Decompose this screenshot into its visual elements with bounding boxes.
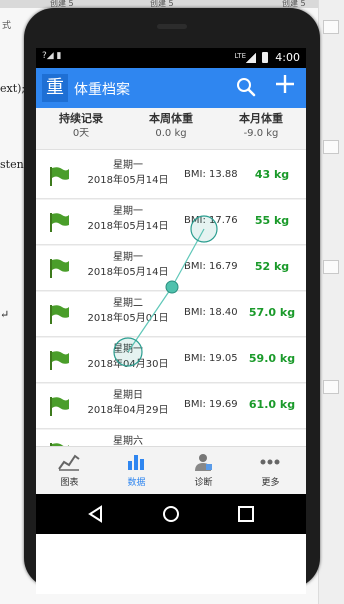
panel-box	[323, 20, 339, 34]
record-bmi: BMI: 17.76	[184, 215, 238, 226]
flag-icon	[50, 351, 69, 370]
record-day: 星期六	[113, 436, 143, 446]
record-weight: 61.0 kg	[248, 398, 296, 411]
summary-month: 本月体重 -9.0 kg	[216, 112, 306, 142]
recents-icon[interactable]	[236, 504, 256, 524]
summary-label: 本周体重	[149, 112, 193, 125]
plus-icon	[276, 75, 294, 93]
record-day: 星期一	[113, 160, 143, 171]
summary-label: 持续记录	[59, 112, 103, 125]
record-day: 星期二	[113, 298, 143, 309]
phone-screen: ?◢ ▮ LTE 4:00 重 体重档案 持续记录 0天 本周体重 0.0 kg	[36, 48, 306, 594]
more-icon	[260, 459, 280, 465]
nav-label: 图表	[60, 478, 79, 488]
record-row[interactable]: 星期一 2018年05月14日 BMI: 13.88 43 kg	[36, 154, 306, 199]
nav-item-data[interactable]: 数据	[103, 447, 170, 495]
doc-text: sten	[0, 158, 24, 171]
record-date: 2018年04月30日	[87, 359, 169, 370]
nav-label: 诊断	[194, 478, 213, 488]
app-title: 体重档案	[74, 82, 130, 98]
record-weight: 59.0 kg	[248, 352, 296, 365]
record-day: 星期一	[113, 252, 143, 263]
record-row[interactable]: 星期二 2018年05月01日 BMI: 18.40 57.0 kg	[36, 292, 306, 337]
battery-icon	[262, 52, 268, 63]
panel-box	[323, 140, 339, 154]
network-label: LTE	[234, 52, 246, 60]
desktop-tab[interactable]: 创建 5	[150, 0, 174, 8]
record-weight: 55 kg	[254, 214, 290, 227]
record-bmi: BMI: 13.88	[184, 169, 238, 180]
doc-text: ext);	[0, 82, 26, 95]
record-day: 星期一	[113, 206, 143, 217]
record-day: 星期日	[113, 390, 143, 401]
flag-icon	[50, 259, 69, 278]
record-date: 2018年05月14日	[87, 267, 169, 278]
status-bar: ?◢ ▮ LTE 4:00	[36, 48, 306, 68]
desktop-right-panel	[318, 0, 344, 604]
record-bmi: BMI: 18.40	[184, 307, 238, 318]
search-icon[interactable]	[236, 77, 256, 97]
record-date: 2018年05月01日	[87, 313, 169, 324]
summary-label: 本月体重	[239, 112, 283, 125]
status-time: 4:00	[275, 51, 300, 64]
status-left-icons: ?◢ ▮	[42, 51, 62, 61]
record-weight: 52 kg	[254, 260, 290, 273]
summary-value: 0天	[72, 128, 90, 139]
bar-data-icon	[128, 455, 144, 470]
panel-box	[323, 260, 339, 274]
record-list[interactable]: 星期一 2018年05月14日 BMI: 13.88 43 kg 星期一 201…	[36, 154, 306, 446]
record-weight: 43 kg	[254, 168, 290, 181]
system-nav-bar	[36, 494, 306, 534]
doctor-icon	[195, 454, 212, 471]
record-row[interactable]: 星期六	[36, 430, 306, 446]
nav-item-diagnosis[interactable]: 诊断	[170, 447, 237, 495]
flag-icon	[50, 167, 69, 186]
desktop-left-label: 式	[2, 21, 12, 31]
record-bmi: BMI: 19.05	[184, 353, 238, 364]
flag-icon	[50, 397, 69, 416]
bottom-navigation: 图表 数据 诊断 更多	[36, 446, 306, 494]
summary-panel: 持续记录 0天 本周体重 0.0 kg 本月体重 -9.0 kg	[36, 108, 306, 150]
summary-value: -9.0 kg	[243, 128, 279, 139]
chart-icon	[58, 454, 80, 471]
desktop-tab[interactable]: 创建 5	[282, 0, 306, 8]
summary-streak: 持续记录 0天	[36, 112, 126, 142]
summary-week: 本周体重 0.0 kg	[126, 112, 216, 142]
doc-text: ↵	[0, 308, 10, 321]
nav-label: 数据	[127, 478, 146, 488]
record-row[interactable]: 星期日 2018年04月29日 BMI: 19.69 61.0 kg	[36, 384, 306, 429]
nav-label: 更多	[261, 478, 280, 488]
panel-box	[323, 380, 339, 394]
back-icon[interactable]	[86, 504, 106, 524]
signal-icon	[246, 52, 256, 63]
desktop-tab-strip: 创建 5 创建 5 创建 5	[0, 0, 344, 8]
record-bmi: BMI: 19.69	[184, 399, 238, 410]
app-logo: 重	[42, 74, 68, 102]
speaker-grille	[157, 24, 187, 29]
record-date: 2018年05月14日	[87, 221, 169, 232]
record-date: 2018年04月29日	[87, 405, 169, 416]
nav-item-more[interactable]: 更多	[237, 447, 304, 495]
record-weight: 57.0 kg	[248, 306, 296, 319]
desktop-tab[interactable]: 创建 5	[50, 0, 74, 8]
home-icon[interactable]	[161, 504, 181, 524]
summary-value: 0.0 kg	[155, 128, 187, 139]
add-record-button[interactable]	[274, 73, 296, 100]
record-row[interactable]: 星期一 2018年04月30日 BMI: 19.05 59.0 kg	[36, 338, 306, 383]
flag-icon	[50, 213, 69, 232]
flag-icon	[50, 305, 69, 324]
record-row[interactable]: 星期一 2018年05月14日 BMI: 17.76 55 kg	[36, 200, 306, 245]
nav-item-chart[interactable]: 图表	[36, 447, 103, 495]
record-date: 2018年05月14日	[87, 175, 169, 186]
record-row[interactable]: 星期一 2018年05月14日 BMI: 16.79 52 kg	[36, 246, 306, 291]
record-day: 星期一	[113, 344, 143, 355]
app-bar: 重 体重档案	[36, 68, 306, 108]
record-bmi: BMI: 16.79	[184, 261, 238, 272]
